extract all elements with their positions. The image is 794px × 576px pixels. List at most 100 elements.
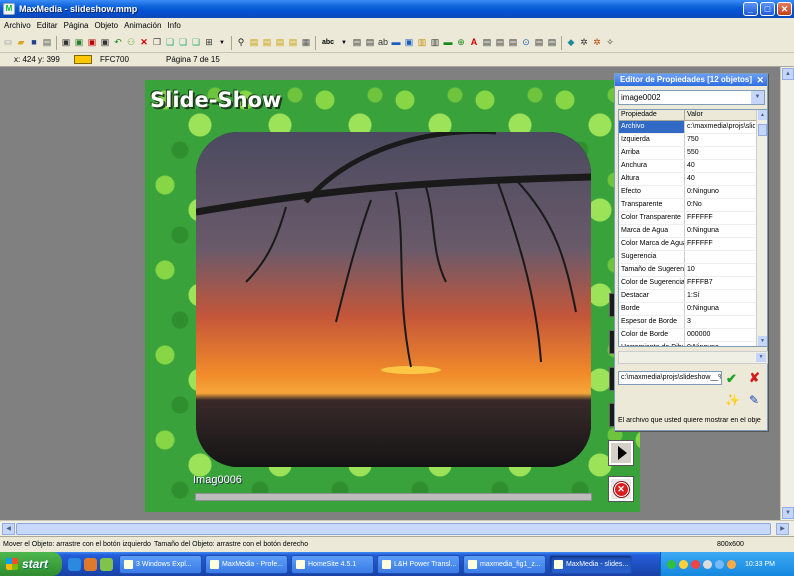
property-grid-scrollbar[interactable]: ▲ ▼ (756, 110, 767, 346)
paragraph-icon[interactable]: ▤ (364, 36, 376, 49)
property-row[interactable]: Transparente 0:No (619, 199, 767, 212)
text-style-dropdown[interactable]: abc (319, 36, 337, 49)
property-row[interactable]: Color Marca de Agua FFFFFF (619, 238, 767, 251)
scroll-up-icon[interactable]: ▲ (758, 110, 767, 120)
image-icon[interactable]: ▬ (390, 36, 402, 49)
next-slide-button[interactable] (608, 440, 634, 466)
property-value[interactable]: 10 (685, 264, 755, 276)
property-value[interactable]: 40 (685, 160, 755, 172)
property-value[interactable]: c:\maxmedia\projs\slide (685, 121, 755, 133)
property-row[interactable]: Color de Sugerencia FFFFB7 (619, 277, 767, 290)
property-row[interactable]: Borde 0:Ninguna (619, 303, 767, 316)
print-icon[interactable]: ▤ (41, 36, 53, 49)
tray-network-icon[interactable] (667, 559, 676, 569)
find-icon[interactable]: ⚲ (235, 36, 247, 49)
copy-icon[interactable]: ❐ (151, 36, 163, 49)
property-row[interactable]: Sugerencia (619, 251, 767, 264)
task-homesite[interactable]: HomeSite 4.5.1 (291, 554, 374, 574)
zoom-icon[interactable]: ⊙ (520, 36, 532, 49)
chevron-down-icon[interactable]: ▼ (756, 353, 766, 362)
backward-icon[interactable]: ▤ (287, 36, 299, 49)
task-explorer[interactable]: 3 Windows Expl... (119, 554, 202, 574)
video-icon[interactable]: ▥ (416, 36, 428, 49)
scroll-right-icon[interactable]: ▶ (776, 523, 789, 535)
property-row[interactable]: Anchura 40 (619, 160, 767, 173)
qr-icon[interactable]: ▦ (300, 36, 312, 49)
cube-icon[interactable]: ◆ (565, 36, 577, 49)
property-row[interactable]: Izquierda 750 (619, 134, 767, 147)
link-icon[interactable]: ⊕ (455, 36, 467, 49)
property-row[interactable]: Destacar 1:Sí (619, 290, 767, 303)
property-row[interactable]: Altura 40 (619, 173, 767, 186)
scroll-thumb[interactable] (16, 523, 771, 535)
grid-icon[interactable]: ⊞ (203, 36, 215, 49)
task-maxmedia-pro[interactable]: MaxMedia - Profe... (205, 554, 288, 574)
forward-icon[interactable]: ▤ (274, 36, 286, 49)
properties-icon[interactable]: ▤ (533, 36, 545, 49)
property-value[interactable]: 0:Ninguna (685, 342, 755, 346)
menu-objeto[interactable]: Objeto (93, 21, 123, 30)
font-icon[interactable]: A (468, 36, 480, 49)
property-value[interactable]: 3 (685, 316, 755, 328)
property-value[interactable]: 750 (685, 134, 755, 146)
save-icon[interactable]: ■ (28, 36, 40, 49)
tray-update-icon[interactable] (727, 559, 736, 569)
slide-photo[interactable] (196, 132, 591, 467)
tray-clock[interactable]: 10:33 PM (745, 561, 775, 568)
property-value[interactable]: 40 (685, 173, 755, 185)
property-row[interactable]: Herramienta de Dibujo0:Ninguna (619, 342, 767, 346)
property-value[interactable]: 0:No (685, 199, 755, 211)
sparkle-icon[interactable]: ✲ (591, 36, 603, 49)
property-value[interactable]: 550 (685, 147, 755, 159)
new-file-icon[interactable]: ▭ (2, 36, 14, 49)
send-back-icon[interactable]: ▤ (261, 36, 273, 49)
table-icon[interactable]: ▤ (481, 36, 493, 49)
desktop-icon[interactable] (100, 557, 113, 571)
minimize-button[interactable]: _ (743, 2, 758, 16)
property-grid[interactable]: Propiedade Valor Archivo c:\maxmedia\proj… (618, 109, 768, 347)
property-row[interactable]: Espesor de Borde 3 (619, 316, 767, 329)
current-color-swatch[interactable] (74, 55, 92, 64)
property-row[interactable]: Color Transparente FFFFFF (619, 212, 767, 225)
scroll-thumb[interactable] (758, 124, 767, 136)
tray-messenger-icon[interactable] (679, 559, 688, 569)
text-style-arrow-icon[interactable]: ▼ (338, 36, 350, 49)
chevron-down-icon[interactable]: ▼ (751, 91, 764, 104)
property-value[interactable]: 0:Ninguno (685, 186, 755, 198)
confirm-check-icon[interactable]: ✔ (726, 371, 737, 387)
open-folder-icon[interactable]: ▰ (15, 36, 27, 49)
pen-icon[interactable]: ✎ (749, 393, 759, 407)
task-maxmedia-fig[interactable]: maxmedia_fig1_z... (463, 554, 546, 574)
property-row[interactable]: Color de Borde 000000 (619, 329, 767, 342)
tray-antivirus-icon[interactable] (691, 559, 700, 569)
scroll-up-icon[interactable]: ▲ (782, 68, 794, 80)
maximize-button[interactable]: □ (760, 2, 775, 16)
property-row[interactable]: Marca de Agua 0:Ninguna (619, 225, 767, 238)
copy-page-icon[interactable]: ▣ (99, 36, 111, 49)
property-value[interactable] (685, 251, 755, 263)
slide-page[interactable]: Slide-Show Imag0006 (145, 80, 640, 512)
property-value[interactable]: FFFFFF (685, 212, 755, 224)
menu-editar[interactable]: Editar (35, 21, 62, 30)
delete-icon[interactable]: ✕ (138, 36, 150, 49)
list-icon[interactable]: ▤ (507, 36, 519, 49)
bring-front-icon[interactable]: ▤ (248, 36, 260, 49)
media-icon[interactable] (84, 557, 97, 571)
paste-icon[interactable]: ❏ (164, 36, 176, 49)
property-value[interactable]: FFFFB7 (685, 277, 755, 289)
column-value[interactable]: Valor (685, 110, 703, 120)
audio-icon[interactable]: ▥ (429, 36, 441, 49)
form-icon[interactable]: ▤ (494, 36, 506, 49)
workspace-canvas[interactable]: Slide-Show Imag0006 ✕ Editor de Propieda… (0, 67, 780, 520)
scroll-down-icon[interactable]: ▼ (758, 336, 767, 346)
group-icon[interactable]: ⚇ (125, 36, 137, 49)
menu-archivo[interactable]: Archivo (2, 21, 35, 30)
magic-icon[interactable]: ✧ (604, 36, 616, 49)
task-power-translator[interactable]: L&H Power Transl... (377, 554, 460, 574)
label-icon[interactable]: ab (377, 36, 389, 49)
property-row[interactable]: Tamaño de Sugerencia10 (619, 264, 767, 277)
delete-page-icon[interactable]: ▣ (86, 36, 98, 49)
ie-icon[interactable] (68, 557, 81, 571)
cancel-x-icon[interactable]: ✘ (749, 370, 760, 386)
cut-icon[interactable]: ❏ (177, 36, 189, 49)
